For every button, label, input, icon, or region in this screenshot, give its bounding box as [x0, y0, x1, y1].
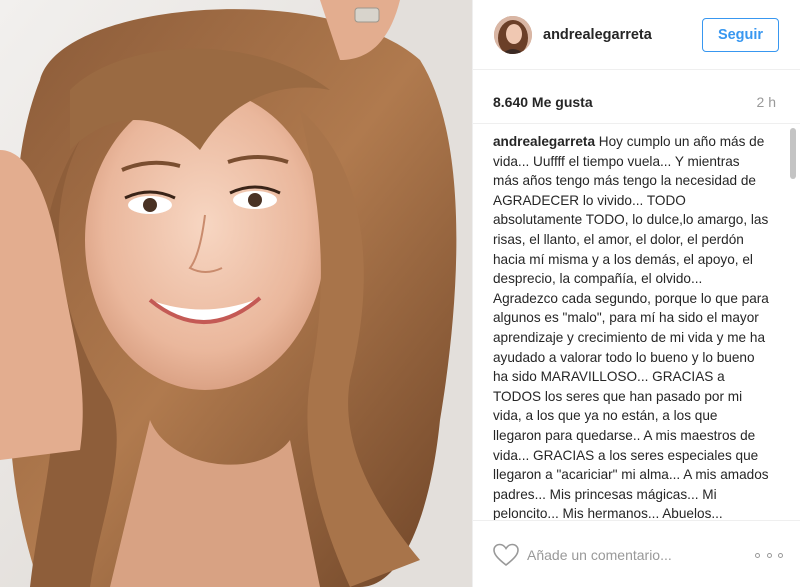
more-dot [766, 552, 772, 558]
caption-scrollbar[interactable] [790, 128, 796, 179]
post-side-panel: andrealegarreta Seguir 8.640 Me gusta 2 … [472, 0, 800, 587]
likes-count[interactable]: 8.640 Me gusta [493, 94, 593, 110]
caption-text: Hoy cumplo un año más de vida... Uuffff … [493, 134, 769, 520]
follow-button[interactable]: Seguir [702, 18, 779, 52]
comment-input[interactable] [527, 543, 727, 567]
photo-illustration [0, 0, 472, 587]
more-dot [755, 552, 760, 558]
avatar-image [494, 16, 532, 54]
username-link[interactable]: andrealegarreta [543, 27, 652, 43]
caption-author[interactable]: andrealegarreta [493, 134, 599, 149]
caption: andrealegarreta Hoy cumplo un año más de… [493, 132, 769, 520]
heart-icon[interactable] [493, 543, 519, 567]
post-photo[interactable] [0, 0, 472, 587]
caption-scroll-area[interactable]: andrealegarreta Hoy cumplo un año más de… [473, 124, 800, 520]
avatar[interactable] [494, 16, 532, 54]
post-footer [473, 520, 800, 587]
more-options-icon[interactable] [755, 546, 783, 564]
more-dot [778, 552, 783, 558]
post-header: andrealegarreta Seguir [473, 0, 800, 70]
post-timestamp[interactable]: 2 h [757, 94, 776, 110]
post-meta: 8.640 Me gusta 2 h [473, 84, 800, 124]
